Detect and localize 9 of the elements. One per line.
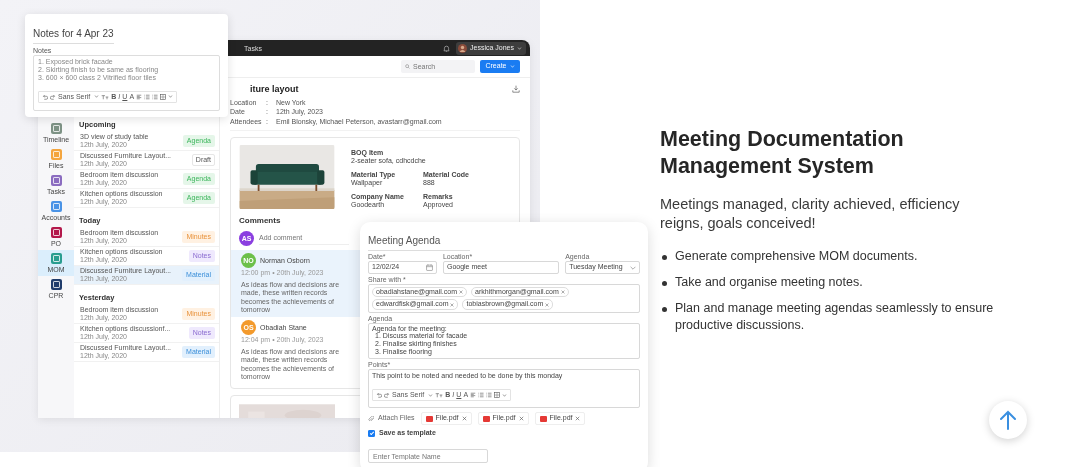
- card-title: Notes for 4 Apr 23: [33, 26, 114, 44]
- feature-text: Generate comprehensive MOM documents.: [675, 247, 918, 265]
- feature-text: Plan and manage meeting agendas seamlessly to ensure productive discussions.: [675, 300, 995, 333]
- meeting-title: iture layout: [250, 84, 299, 95]
- card-title: Meeting Agenda: [368, 233, 471, 251]
- hero-subtitle: Meetings managed, clarity achieved, efficiency reigns, goals conceived!: [660, 194, 961, 234]
- comments-heading: Comments: [239, 215, 282, 228]
- hero-title: Meeting Documentation Management System: [660, 126, 905, 180]
- feature-text: Take and organise meeting notes.: [675, 274, 863, 291]
